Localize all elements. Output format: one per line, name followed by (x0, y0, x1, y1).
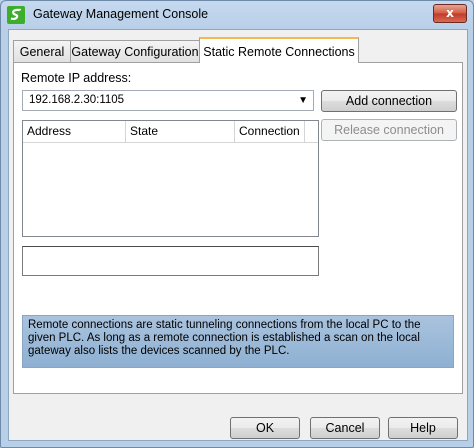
help-button[interactable]: Help (388, 417, 458, 439)
dialog-client: General Gateway Configuration Static Rem… (8, 29, 468, 441)
add-connection-button[interactable]: Add connection (321, 90, 457, 112)
info-box: Remote connections are static tunneling … (22, 315, 454, 368)
column-header-connection[interactable]: Connection (235, 121, 305, 142)
tab-static-remote-connections[interactable]: Static Remote Connections (199, 37, 359, 63)
tab-panel: Remote IP address: 192.168.2.30:1105 ▼ A… (13, 62, 463, 394)
title-bar[interactable]: Gateway Management Console x (1, 1, 473, 29)
ok-button[interactable]: OK (230, 417, 300, 439)
info-text: Remote connections are static tunneling … (28, 319, 421, 357)
schneider-logo-icon (7, 6, 25, 24)
release-connection-button[interactable]: Release connection (321, 119, 457, 141)
list-header: Address State Connection (23, 121, 318, 143)
remote-ip-value: 192.168.2.30:1105 (29, 94, 125, 106)
tab-gateway-configuration[interactable]: Gateway Configuration (70, 40, 200, 62)
window-title: Gateway Management Console (33, 7, 209, 21)
close-icon: x (446, 6, 454, 20)
tab-general[interactable]: General (13, 40, 71, 62)
status-textbox[interactable] (22, 246, 319, 276)
dropdown-arrow-icon[interactable]: ▼ (298, 95, 308, 106)
column-header-address[interactable]: Address (23, 121, 126, 142)
remote-ip-combobox[interactable]: 192.168.2.30:1105 ▼ (22, 90, 314, 111)
remote-ip-label: Remote IP address: (21, 71, 132, 85)
connections-list[interactable]: Address State Connection (22, 120, 319, 237)
cancel-button[interactable]: Cancel (310, 417, 380, 439)
column-header-state[interactable]: State (126, 121, 235, 142)
close-button[interactable]: x (433, 4, 467, 23)
main-window: Gateway Management Console x General Gat… (0, 0, 474, 448)
